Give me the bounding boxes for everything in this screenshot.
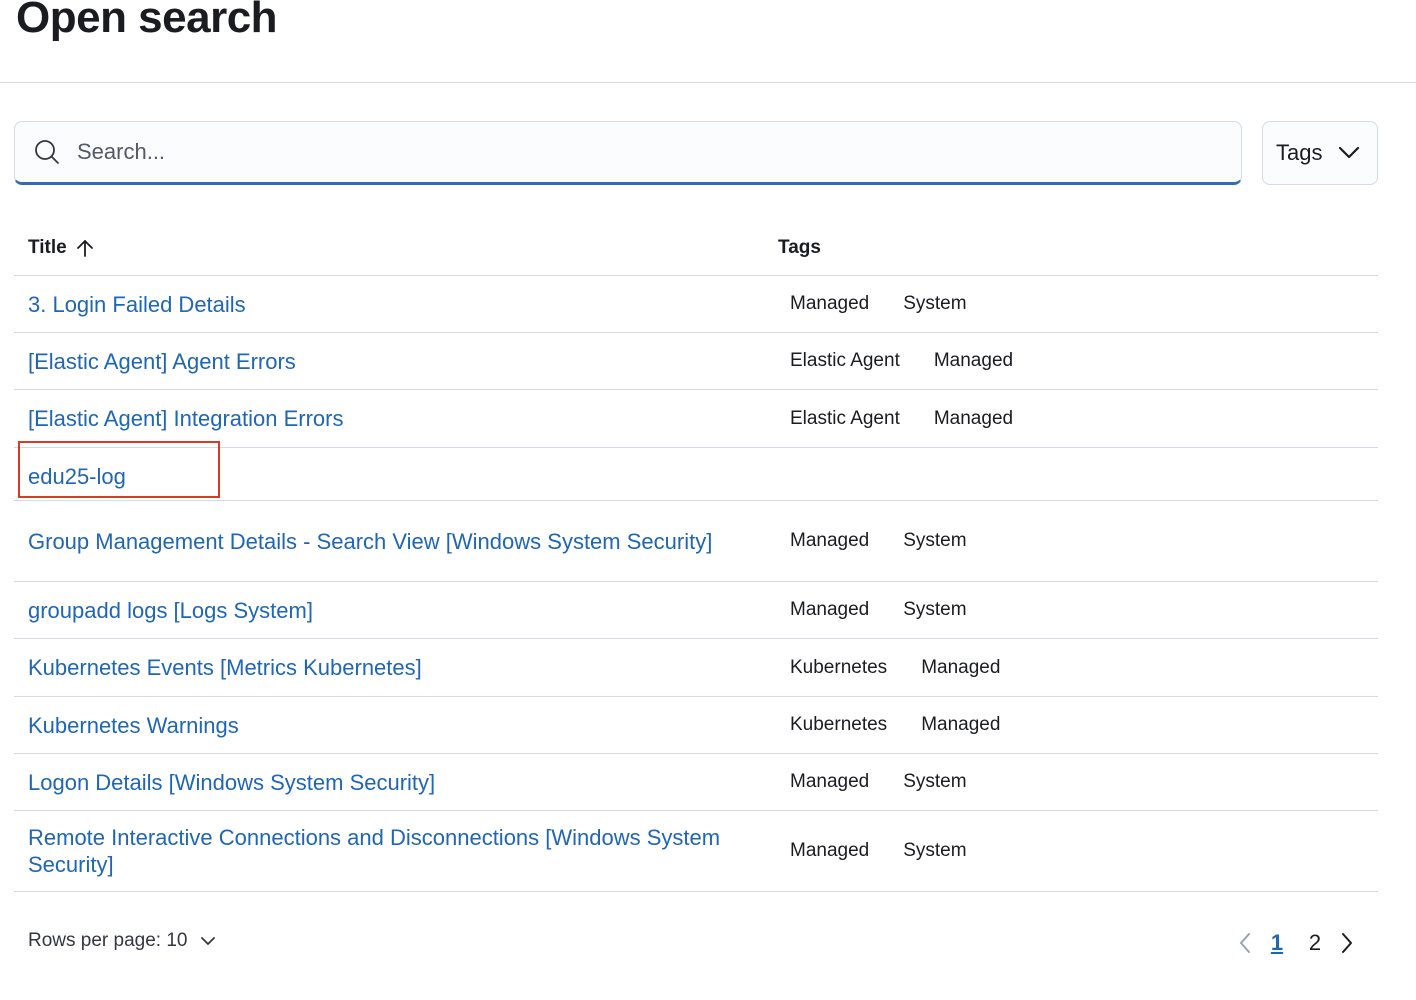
tag-badge[interactable]: Managed (790, 293, 869, 315)
page-link-1[interactable]: 1 (1258, 930, 1296, 956)
tag-badge[interactable]: Managed (790, 599, 869, 621)
sort-ascending-icon[interactable] (75, 238, 95, 258)
page-title: Open search (16, 0, 278, 42)
tag-badge[interactable]: Elastic Agent (790, 350, 900, 372)
table-row: Logon Details [Windows System Security] … (14, 754, 1378, 811)
tag-badge[interactable]: Kubernetes (790, 714, 887, 736)
row-title-link[interactable]: 3. Login Failed Details (28, 292, 246, 317)
row-tags: Elastic Agent Managed (776, 350, 1047, 372)
search-input[interactable] (77, 139, 1177, 165)
row-title-link[interactable]: Logon Details [Windows System Security] (28, 770, 435, 795)
row-title-link[interactable]: [Elastic Agent] Agent Errors (28, 349, 296, 374)
tag-badge[interactable]: Managed (921, 657, 1000, 679)
header-divider (0, 82, 1416, 83)
search-icon (33, 138, 61, 166)
tag-badge[interactable]: System (903, 599, 966, 621)
table-row: Kubernetes Events [Metrics Kubernetes] K… (14, 639, 1378, 697)
tag-badge[interactable]: System (903, 530, 966, 552)
row-tags: Managed System (776, 599, 1001, 621)
tags-filter-label: Tags (1276, 140, 1323, 165)
rows-per-page-selector[interactable]: Rows per page: 10 (28, 930, 216, 952)
row-title-link[interactable]: groupadd logs [Logs System] (28, 598, 313, 623)
table-row: Kubernetes Warnings Kubernetes Managed (14, 697, 1378, 754)
row-title-link[interactable]: Remote Interactive Connections and Disco… (28, 825, 720, 877)
row-title-link[interactable]: edu25-log (28, 464, 126, 489)
row-title-link[interactable]: [Elastic Agent] Integration Errors (28, 406, 344, 431)
tag-badge[interactable]: System (903, 293, 966, 315)
column-header-title[interactable]: Title (14, 237, 776, 259)
row-title-link[interactable]: Group Management Details - Search View [… (28, 529, 712, 554)
tag-badge[interactable]: Managed (934, 350, 1013, 372)
next-page-icon[interactable] (1334, 932, 1360, 954)
tag-badge[interactable]: Managed (790, 771, 869, 793)
row-title-link[interactable]: Kubernetes Events [Metrics Kubernetes] (28, 655, 422, 680)
row-tags: Managed System (776, 293, 1001, 315)
tag-badge[interactable]: Managed (790, 530, 869, 552)
tag-badge[interactable]: Managed (934, 408, 1013, 430)
results-table: Title Tags 3. Login Failed Details Manag… (14, 220, 1378, 892)
tag-badge[interactable]: Elastic Agent (790, 408, 900, 430)
table-row: [Elastic Agent] Integration Errors Elast… (14, 390, 1378, 448)
tag-badge[interactable]: Kubernetes (790, 657, 887, 679)
table-row: 3. Login Failed Details Managed System (14, 276, 1378, 333)
table-row: [Elastic Agent] Agent Errors Elastic Age… (14, 333, 1378, 390)
tag-badge[interactable]: Managed (790, 840, 869, 862)
pagination: 1 2 (1232, 925, 1360, 961)
chevron-down-icon (1338, 146, 1360, 160)
chevron-down-icon (200, 936, 216, 946)
search-bar[interactable] (14, 121, 1242, 185)
page-link-2[interactable]: 2 (1296, 930, 1334, 956)
table-row: Group Management Details - Search View [… (14, 501, 1378, 582)
table-row: edu25-log (14, 448, 1378, 501)
row-tags: Kubernetes Managed (776, 657, 1034, 679)
row-tags: Kubernetes Managed (776, 714, 1034, 736)
row-tags: Managed System (776, 771, 1001, 793)
row-title-link[interactable]: Kubernetes Warnings (28, 713, 239, 738)
table-row: Remote Interactive Connections and Disco… (14, 811, 1378, 892)
tag-badge[interactable]: Managed (921, 714, 1000, 736)
table-header: Title Tags (14, 220, 1378, 276)
row-tags: Managed System (776, 530, 1001, 552)
row-tags: Elastic Agent Managed (776, 408, 1047, 430)
table-row: groupadd logs [Logs System] Managed Syst… (14, 582, 1378, 639)
tag-badge[interactable]: System (903, 840, 966, 862)
column-header-title-label: Title (28, 236, 67, 258)
row-tags: Managed System (776, 840, 1001, 862)
column-header-tags: Tags (778, 236, 821, 258)
tag-badge[interactable]: System (903, 771, 966, 793)
tags-filter-button[interactable]: Tags (1262, 121, 1378, 185)
previous-page-icon[interactable] (1232, 932, 1258, 954)
rows-per-page-label: Rows per page: 10 (28, 930, 188, 951)
